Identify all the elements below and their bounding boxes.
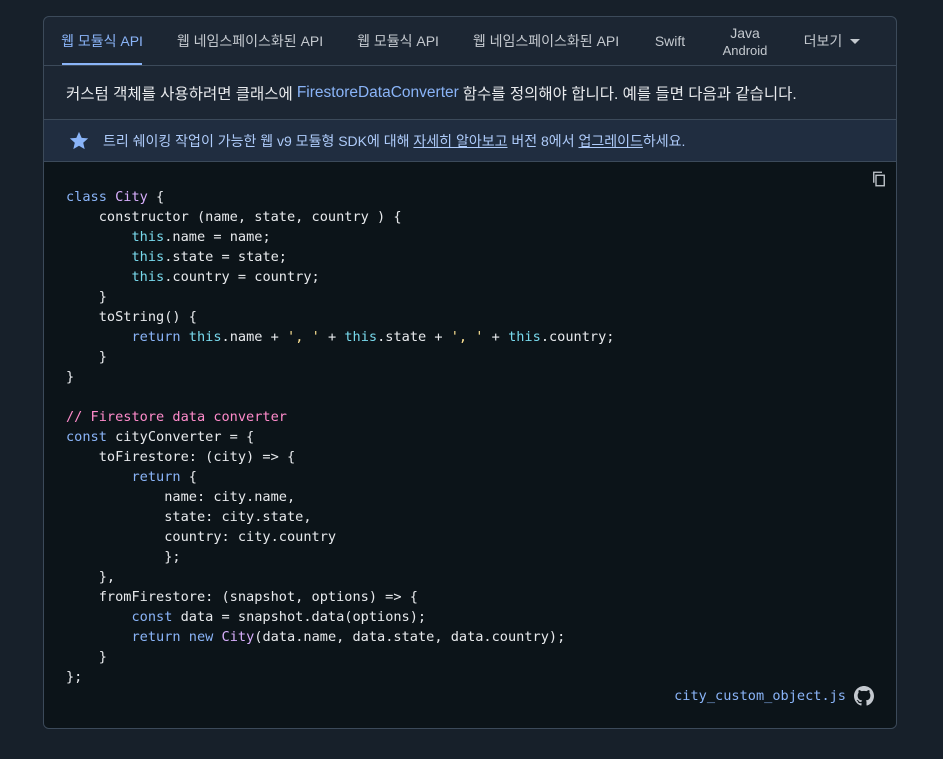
code-footer: city_custom_object.js (674, 686, 874, 706)
tab-swift[interactable]: Swift (652, 17, 688, 65)
code-token: return (131, 629, 181, 645)
code-token: class (66, 189, 116, 205)
tab-label: 웹 모듈식 API (357, 33, 439, 49)
code-token: City (115, 189, 148, 205)
notice-text: 트리 쉐이킹 작업이 가능한 웹 v9 모듈형 SDK에 대해 (103, 132, 414, 149)
chevron-down-icon (850, 38, 861, 44)
tab-label: Java (730, 24, 760, 41)
intro-before: 커스텀 객체를 사용하려면 클래스에 (66, 85, 293, 103)
code-token: ', ' (287, 329, 320, 345)
code-token: this (131, 269, 165, 285)
code-token: } (66, 349, 107, 365)
filename-link[interactable]: city_custom_object.js (674, 688, 846, 704)
code-token: state: city.state, (66, 509, 312, 525)
code-token: return (131, 469, 181, 485)
code-listing: class City { constructor (name, state, c… (66, 187, 614, 687)
code-token: + (319, 329, 345, 345)
code-token: .country = country; (164, 269, 320, 285)
code-token: } (66, 649, 107, 665)
tab-java-android[interactable]: Java Android (720, 17, 770, 65)
code-token: .country; (540, 329, 615, 345)
code-token: .name = name; (164, 229, 271, 245)
learn-more-link[interactable]: 자세히 알아보고 (413, 131, 507, 151)
code-token: const (131, 609, 173, 625)
code-token: return (131, 329, 181, 345)
code-token: this (188, 329, 222, 345)
code-token: new (188, 629, 214, 645)
tab-web-modular-api[interactable]: 웹 모듈식 API (61, 17, 143, 65)
tab-label: Swift (654, 33, 686, 49)
star-icon (69, 131, 89, 149)
code-token: name: city.name, (66, 489, 296, 505)
code-token: // Firestore data converter (66, 409, 287, 425)
code-token: .state = state; (164, 249, 287, 265)
code-token: City (221, 629, 255, 645)
code-token: }; (66, 549, 181, 565)
tab-web-modular-api-2[interactable]: 웹 모듈식 API (357, 17, 439, 65)
sdk-notice: 트리 쉐이킹 작업이 가능한 웹 v9 모듈형 SDK에 대해 자세히 알아보고… (44, 120, 896, 162)
code-token: }; (66, 669, 83, 685)
code-token: } (66, 369, 75, 385)
code-block: class City { constructor (name, state, c… (44, 162, 896, 728)
code-token: { (180, 469, 197, 485)
tab-label: 웹 모듈식 API (61, 33, 143, 49)
code-sample-card: 웹 모듈식 API 웹 네임스페이스화된 API 웹 모듈식 API 웹 네임스… (43, 16, 897, 729)
firestore-data-converter-link[interactable]: FirestoreDataConverter (297, 84, 459, 102)
code-token: toFirestore: (city) => { (66, 449, 296, 465)
code-token: this (131, 249, 165, 265)
tab-label: 웹 네임스페이스화된 API (472, 33, 620, 49)
tab-more[interactable]: 더보기 (802, 17, 862, 65)
intro-after: 함수를 정의해야 합니다. 예를 들면 다음과 같습니다. (462, 85, 797, 103)
tab-web-namespaced-api-2[interactable]: 웹 네임스페이스화된 API (472, 17, 620, 65)
code-token: cityConverter = { (106, 429, 255, 445)
code-token: toString() { (66, 309, 197, 325)
copy-icon[interactable] (870, 170, 888, 188)
intro-text: 커스텀 객체를 사용하려면 클래스에 FirestoreDataConverte… (44, 66, 896, 120)
code-token: fromFirestore: (snapshot, options) => { (66, 589, 418, 605)
code-token: const (66, 429, 107, 445)
code-token: ', ' (450, 329, 484, 345)
code-token: constructor (name, state, country ) { (66, 209, 402, 225)
code-token: this (508, 329, 541, 345)
code-token: country: city.country (66, 529, 337, 545)
code-token: + (483, 329, 509, 345)
code-token: this (344, 329, 378, 345)
code-token: data = snapshot.data(options); (172, 609, 427, 625)
code-token: .state + (377, 329, 451, 345)
code-token: (data.name, data.state, data.country); (254, 629, 566, 645)
github-icon[interactable] (854, 686, 874, 706)
code-token: { (147, 189, 165, 205)
notice-text: 버전 8에서 (507, 132, 579, 149)
tab-label: 더보기 (803, 33, 843, 49)
code-token: }, (66, 569, 116, 585)
tab-label: 웹 네임스페이스화된 API (176, 33, 324, 49)
notice-text: 하세요. (642, 132, 686, 149)
language-tabs: 웹 모듈식 API 웹 네임스페이스화된 API 웹 모듈식 API 웹 네임스… (44, 17, 896, 66)
code-token: this (131, 229, 165, 245)
upgrade-link[interactable]: 업그레이드 (578, 131, 642, 151)
tab-web-namespaced-api[interactable]: 웹 네임스페이스화된 API (176, 17, 324, 65)
tab-sublabel: Android (722, 42, 768, 58)
code-token: .name + (221, 329, 288, 345)
code-token: } (66, 289, 107, 305)
